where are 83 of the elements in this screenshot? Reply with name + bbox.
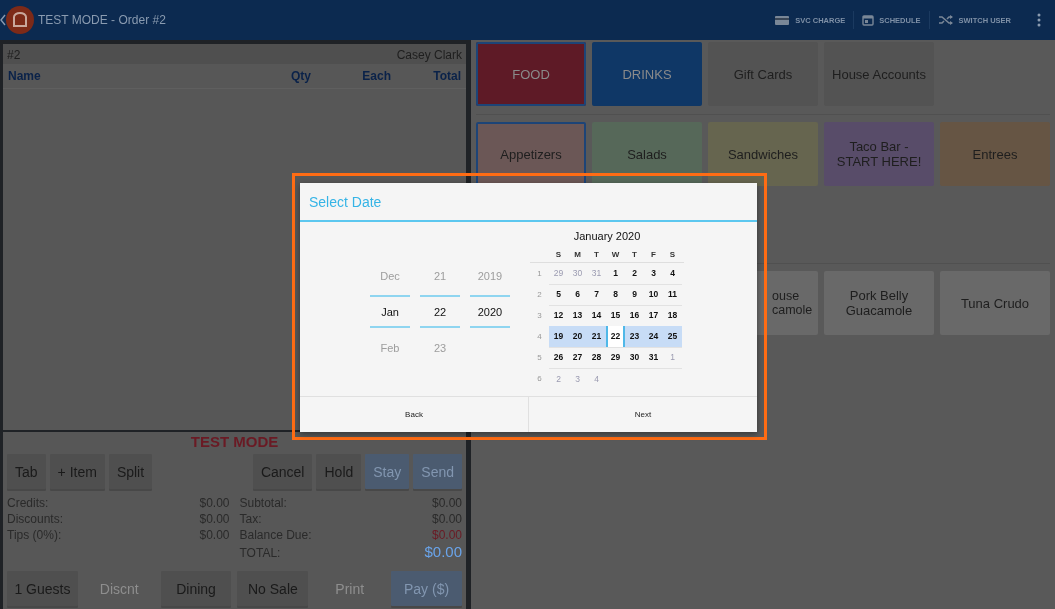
calendar-day[interactable]: 28: [587, 346, 606, 368]
calendar-day[interactable]: 15: [606, 304, 625, 326]
calendar-day[interactable]: 20: [568, 325, 587, 347]
week-number: 5: [536, 353, 543, 362]
calendar-day[interactable]: 12: [549, 304, 568, 326]
weekday-label: M: [573, 250, 582, 259]
week-number: 1: [536, 269, 543, 278]
calendar-day[interactable]: 6: [568, 283, 587, 305]
calendar-day[interactable]: 2: [625, 262, 644, 284]
calendar-day[interactable]: 8: [606, 283, 625, 305]
dialog-title: Select Date: [309, 193, 382, 210]
spinner-value[interactable]: 2020: [470, 295, 510, 328]
logo-icon[interactable]: [6, 6, 34, 34]
calendar-month: January 2020: [572, 230, 642, 242]
shuffle-icon: [937, 14, 954, 26]
menu-tile[interactable]: Pork Belly Guacamole: [824, 271, 934, 335]
calendar-day[interactable]: 30: [568, 262, 587, 284]
weekday-label: S: [668, 250, 677, 259]
menu-tile[interactable]: Appetizers: [476, 122, 586, 186]
dialog-button[interactable]: Back: [300, 397, 528, 432]
menu-tile[interactable]: DRINKS: [592, 42, 702, 106]
weekday-label: T: [631, 250, 638, 259]
calendar-day[interactable]: 13: [568, 304, 587, 326]
window-title: TEST MODE - Order #2: [38, 13, 166, 27]
spinner-value[interactable]: 22: [420, 295, 460, 328]
calendar-day[interactable]: 3: [644, 262, 663, 284]
column-header: Name: [8, 69, 42, 83]
total-value: $0.00: [424, 544, 462, 559]
spinner-option[interactable]: Dec: [380, 269, 400, 282]
column-header: Total: [432, 69, 461, 83]
weekday-label: W: [610, 250, 621, 259]
calendar-day[interactable]: 16: [625, 304, 644, 326]
calendar-day[interactable]: 2: [549, 368, 568, 389]
column-header: Qty: [290, 69, 311, 83]
calendar-day[interactable]: 22: [606, 325, 625, 347]
calendar-day[interactable]: 21: [587, 325, 606, 347]
mode-label: TEST MODE: [190, 433, 279, 450]
week-number: 6: [536, 374, 543, 383]
spinner-option[interactable]: 23: [433, 341, 447, 354]
calendar-day[interactable]: 24: [644, 325, 663, 347]
week-number: 3: [536, 311, 543, 320]
calendar-day[interactable]: 4: [587, 368, 606, 389]
spinner-value[interactable]: Jan: [370, 295, 410, 328]
card-icon: [774, 14, 791, 26]
calendar-day[interactable]: 1: [663, 346, 682, 368]
total-value: $0.00: [431, 528, 462, 543]
column-header: Each: [361, 69, 391, 83]
menu-tile[interactable]: Entrees: [940, 122, 1050, 186]
spinner-option[interactable]: 21: [433, 269, 447, 282]
calendar-day[interactable]: 4: [663, 262, 682, 284]
calendar-day[interactable]: 19: [549, 325, 568, 347]
menu-tile[interactable]: FOOD: [476, 42, 586, 106]
calendar-icon: [862, 14, 875, 26]
calendar-day[interactable]: 10: [644, 283, 663, 305]
calendar-day[interactable]: 1: [606, 262, 625, 284]
spinner-option[interactable]: 2019: [477, 269, 503, 282]
week-number: 2: [536, 290, 543, 299]
calendar-day[interactable]: 25: [663, 325, 682, 347]
calendar-day[interactable]: 30: [625, 346, 644, 368]
calendar-day[interactable]: 26: [549, 346, 568, 368]
calendar-day[interactable]: 9: [625, 283, 644, 305]
spinner-option[interactable]: Feb: [380, 341, 400, 354]
calendar-day[interactable]: 7: [587, 283, 606, 305]
calendar-day[interactable]: 29: [606, 346, 625, 368]
calendar-day[interactable]: 29: [549, 262, 568, 284]
calendar-day[interactable]: 3: [568, 368, 587, 389]
menu-tile[interactable]: Salads: [592, 122, 702, 186]
dialog-button[interactable]: Next: [528, 397, 757, 432]
calendar-day[interactable]: 5: [549, 283, 568, 305]
weekday-label: S: [554, 250, 563, 259]
weekday-label: F: [650, 250, 657, 259]
calendar-day[interactable]: 23: [625, 325, 644, 347]
calendar-day[interactable]: 11: [663, 283, 682, 305]
week-number: 4: [536, 332, 543, 341]
calendar-day[interactable]: 14: [587, 304, 606, 326]
back-icon[interactable]: [0, 13, 6, 27]
weekday-label: T: [593, 250, 600, 259]
calendar-day[interactable]: 31: [644, 346, 663, 368]
calendar-day[interactable]: 17: [644, 304, 663, 326]
calendar-day[interactable]: 31: [587, 262, 606, 284]
calendar-day[interactable]: 27: [568, 346, 587, 368]
menu-tile[interactable]: Tuna Crudo: [940, 271, 1050, 335]
calendar-day[interactable]: 18: [663, 304, 682, 326]
